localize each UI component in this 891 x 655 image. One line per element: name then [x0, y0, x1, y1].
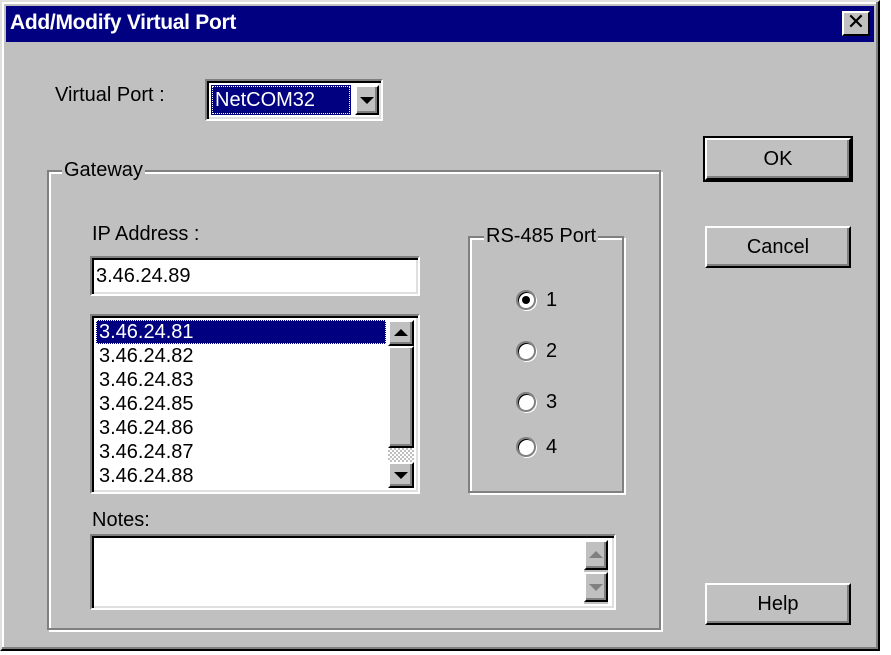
- notes-textarea[interactable]: [90, 534, 616, 610]
- list-item[interactable]: 3.46.24.86: [96, 416, 386, 440]
- ip-address-label: IP Address :: [92, 223, 200, 245]
- virtual-port-label: Virtual Port :: [55, 84, 165, 106]
- scroll-down-button[interactable]: [388, 462, 414, 488]
- close-button[interactable]: ✕: [842, 11, 870, 36]
- notes-scroll-down-button[interactable]: [584, 572, 608, 602]
- rs485-option-2[interactable]: 2: [516, 339, 576, 365]
- notes-label: Notes:: [92, 509, 150, 531]
- scroll-thumb[interactable]: [388, 346, 414, 448]
- radio-button[interactable]: [516, 392, 536, 412]
- rs485-option-1[interactable]: 1: [516, 288, 576, 314]
- list-item[interactable]: 3.46.24.83: [96, 368, 386, 392]
- close-icon: ✕: [846, 10, 866, 35]
- help-button[interactable]: Help: [705, 583, 851, 625]
- radio-button[interactable]: [516, 290, 536, 310]
- ip-address-input[interactable]: 3.46.24.89: [90, 256, 420, 296]
- scroll-up-icon: [589, 551, 603, 558]
- rs485-group-label: RS-485 Port: [484, 224, 599, 248]
- scroll-up-icon: [394, 329, 408, 336]
- gateway-group-label: Gateway: [62, 158, 145, 182]
- radio-selected-dot: [522, 296, 530, 304]
- list-item[interactable]: 3.46.24.81: [96, 320, 386, 344]
- dropdown-button[interactable]: [355, 85, 379, 115]
- radio-label: 4: [546, 436, 558, 458]
- notes-scroll-up-button[interactable]: [584, 540, 608, 570]
- radio-button[interactable]: [516, 437, 536, 457]
- window-title: Add/Modify Virtual Port: [10, 11, 237, 34]
- scroll-down-icon: [589, 584, 603, 591]
- title-bar: Add/Modify Virtual Port ✕: [6, 6, 874, 42]
- list-item[interactable]: 3.46.24.82: [96, 344, 386, 368]
- list-item[interactable]: 3.46.24.85: [96, 392, 386, 416]
- radio-button[interactable]: [516, 341, 536, 361]
- cancel-button[interactable]: Cancel: [705, 226, 851, 268]
- radio-label: 3: [546, 391, 558, 413]
- ok-button[interactable]: OK: [703, 136, 853, 182]
- ip-address-value: 3.46.24.89: [96, 265, 191, 287]
- rs485-option-4[interactable]: 4: [516, 435, 576, 461]
- virtual-port-value: NetCOM32: [211, 85, 351, 115]
- virtual-port-dropdown[interactable]: NetCOM32: [205, 79, 383, 121]
- ip-address-list[interactable]: 3.46.24.81 3.46.24.82 3.46.24.83 3.46.24…: [90, 314, 420, 494]
- radio-label: 1: [546, 289, 558, 311]
- chevron-down-icon: [360, 97, 374, 104]
- scroll-down-icon: [394, 472, 408, 479]
- list-item[interactable]: 3.46.24.87: [96, 440, 386, 464]
- scroll-up-button[interactable]: [388, 320, 414, 346]
- rs485-option-3[interactable]: 3: [516, 390, 576, 416]
- radio-label: 2: [546, 340, 558, 362]
- list-item[interactable]: 3.46.24.88: [96, 464, 386, 488]
- ip-list-items: 3.46.24.81 3.46.24.82 3.46.24.83 3.46.24…: [96, 320, 386, 490]
